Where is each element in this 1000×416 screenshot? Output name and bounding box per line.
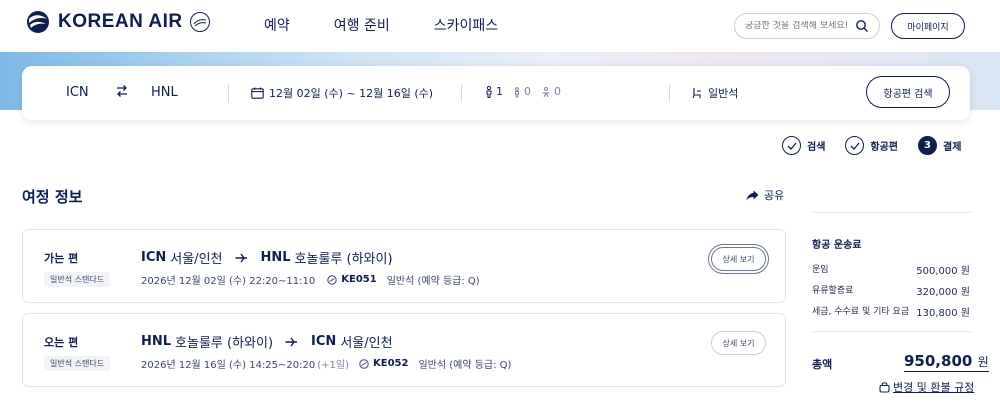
plus-day: (+1일)	[317, 360, 349, 371]
logo-text: KOREAN AIR	[58, 11, 183, 32]
flight-number-icon	[359, 358, 369, 369]
search-icon[interactable]	[855, 19, 869, 33]
nav-skypass[interactable]: 스카이패스	[434, 15, 498, 35]
share-button[interactable]: 공유	[746, 187, 784, 203]
total-number: 950,800	[904, 352, 973, 370]
adult-icon	[486, 85, 492, 98]
top-header: KOREAN AIR 예약 여행 준비 스카이패스 마이페이지	[0, 0, 1000, 52]
total-unit: 원	[977, 355, 989, 369]
step-search: 검색	[782, 136, 825, 155]
main-nav: 예약 여행 준비 스카이패스	[264, 15, 542, 35]
from-name: 호놀룰루 (하와이)	[175, 336, 274, 351]
cabin-class: 일반석 (예약 등급: Q)	[418, 360, 512, 371]
child-icon	[515, 86, 519, 97]
fare-row-taxes: 세금, 수수료 및 기타 요금 130,800 원	[812, 304, 970, 319]
skyteam-badge-icon	[189, 12, 210, 32]
divider	[228, 84, 229, 102]
date-time: 2026년 12월 16일 (수) 14:25~20:20	[141, 360, 316, 371]
airplane-icon	[285, 337, 298, 346]
step-label: 결제	[943, 142, 962, 153]
date-range[interactable]: 12월 02일 (수) ~ 12월 16일 (수)	[251, 85, 433, 101]
adult-count: 1	[496, 85, 503, 98]
fare-row-base: 운임 500,000 원	[812, 262, 970, 277]
fare-label: 세금, 수수료 및 기타 요금	[812, 307, 910, 317]
to-code: ICN	[311, 334, 337, 349]
swap-route-icon[interactable]	[115, 84, 129, 98]
itinerary-card-return: 오는 편 일반석 스탠다드 HNL 호놀룰루 (하와이) ICN 서울/인천 2…	[22, 313, 786, 387]
nav-travel-prep[interactable]: 여행 준비	[334, 15, 390, 35]
flight-detail: 2026년 12월 16일 (수) 14:25~20:20 (+1일) KE05…	[141, 356, 511, 371]
from-code: HNL	[141, 334, 172, 349]
to-code: HNL	[260, 250, 291, 265]
divider	[812, 331, 972, 332]
section-title: 여정 정보	[22, 188, 83, 206]
from-code: ICN	[141, 250, 167, 265]
calendar-icon	[251, 87, 264, 99]
step-number: 3	[918, 136, 938, 155]
origin-code[interactable]: ICN	[66, 85, 89, 100]
route: HNL 호놀룰루 (하와이) ICN 서울/인천	[141, 332, 393, 351]
step-flights: 항공편	[845, 136, 898, 155]
korean-air-logo[interactable]: KOREAN AIR	[26, 10, 211, 34]
flight-number: KE051	[341, 274, 377, 285]
share-label: 공유	[764, 189, 785, 202]
passenger-counts[interactable]: 1 0 0	[485, 85, 561, 98]
child-count: 0	[524, 85, 531, 98]
step-label: 검색	[807, 142, 826, 153]
destination-code[interactable]: HNL	[151, 85, 178, 100]
fare-badge: 일반석 스탠다드	[44, 272, 111, 287]
details-button[interactable]: 상세 보기	[711, 331, 766, 355]
leg-label: 가는 편	[44, 252, 79, 265]
site-search-input[interactable]	[745, 21, 853, 31]
change-refund-rules-link[interactable]: 변경 및 환불 규정	[879, 379, 974, 395]
fare-title: 항공 운송료	[812, 240, 862, 251]
fare-label: 운임	[812, 265, 829, 275]
seat-icon	[692, 88, 701, 99]
infant-icon	[542, 86, 550, 97]
step-label: 항공편	[870, 142, 899, 153]
nav-booking[interactable]: 예약	[264, 15, 290, 35]
fare-badge: 일반석 스탠다드	[44, 356, 111, 371]
flight-number: KE052	[372, 358, 409, 369]
date-time: 2026년 12월 02일 (수) 22:20~11:10	[141, 276, 316, 287]
search-summary-bar: ICN HNL 12월 02일 (수) ~ 12월 16일 (수) 1 0 0 …	[22, 66, 970, 120]
share-arrow-icon	[746, 190, 759, 200]
divider	[461, 84, 462, 102]
flight-detail: 2026년 12월 02일 (수) 22:20~11:10 KE051 일반석 …	[141, 272, 480, 287]
divider	[812, 212, 972, 213]
step-payment: 3 결제	[918, 136, 961, 155]
taeguk-logo-icon	[27, 11, 49, 33]
fare-row-fuel: 유류할증료 320,000 원	[812, 283, 970, 298]
date-range-text: 12월 02일 (수) ~ 12월 16일 (수)	[269, 87, 434, 100]
site-search[interactable]	[734, 13, 880, 39]
flight-number-icon	[327, 274, 337, 285]
check-icon	[782, 136, 801, 155]
mypage-button[interactable]: 마이페이지	[891, 13, 965, 39]
rules-link-label: 변경 및 환불 규정	[893, 381, 975, 394]
total-label: 총액	[812, 358, 833, 371]
from-name: 서울/인천	[170, 252, 223, 267]
divider	[669, 84, 670, 102]
to-name: 호놀룰루 (하와이)	[294, 252, 393, 267]
cabin-class[interactable]: 일반석	[692, 85, 738, 101]
fare-value: 500,000 원	[916, 266, 970, 277]
total-amount: 950,800 원	[904, 352, 989, 372]
leg-label: 오는 편	[44, 336, 79, 349]
check-icon	[845, 136, 865, 155]
itinerary-card-outbound: 가는 편 일반석 스탠다드 ICN 서울/인천 HNL 호놀룰루 (하와이) 2…	[22, 229, 786, 303]
cabin-class-text: 일반석	[708, 87, 739, 100]
fare-label: 유류할증료	[812, 286, 854, 296]
airplane-icon	[235, 253, 247, 262]
fare-value: 130,800 원	[916, 308, 970, 319]
route: ICN 서울/인천 HNL 호놀룰루 (하와이)	[141, 248, 393, 267]
details-button[interactable]: 상세 보기	[711, 247, 766, 271]
booking-steps: 검색 항공편 3 결제	[782, 136, 961, 155]
to-name: 서울/인천	[340, 336, 393, 351]
infant-count: 0	[554, 85, 561, 98]
lock-bag-icon	[879, 382, 890, 393]
cabin-class: 일반석 (예약 등급: Q)	[386, 276, 480, 287]
flight-search-button[interactable]: 항공편 검색	[866, 76, 950, 108]
fare-value: 320,000 원	[916, 287, 970, 298]
